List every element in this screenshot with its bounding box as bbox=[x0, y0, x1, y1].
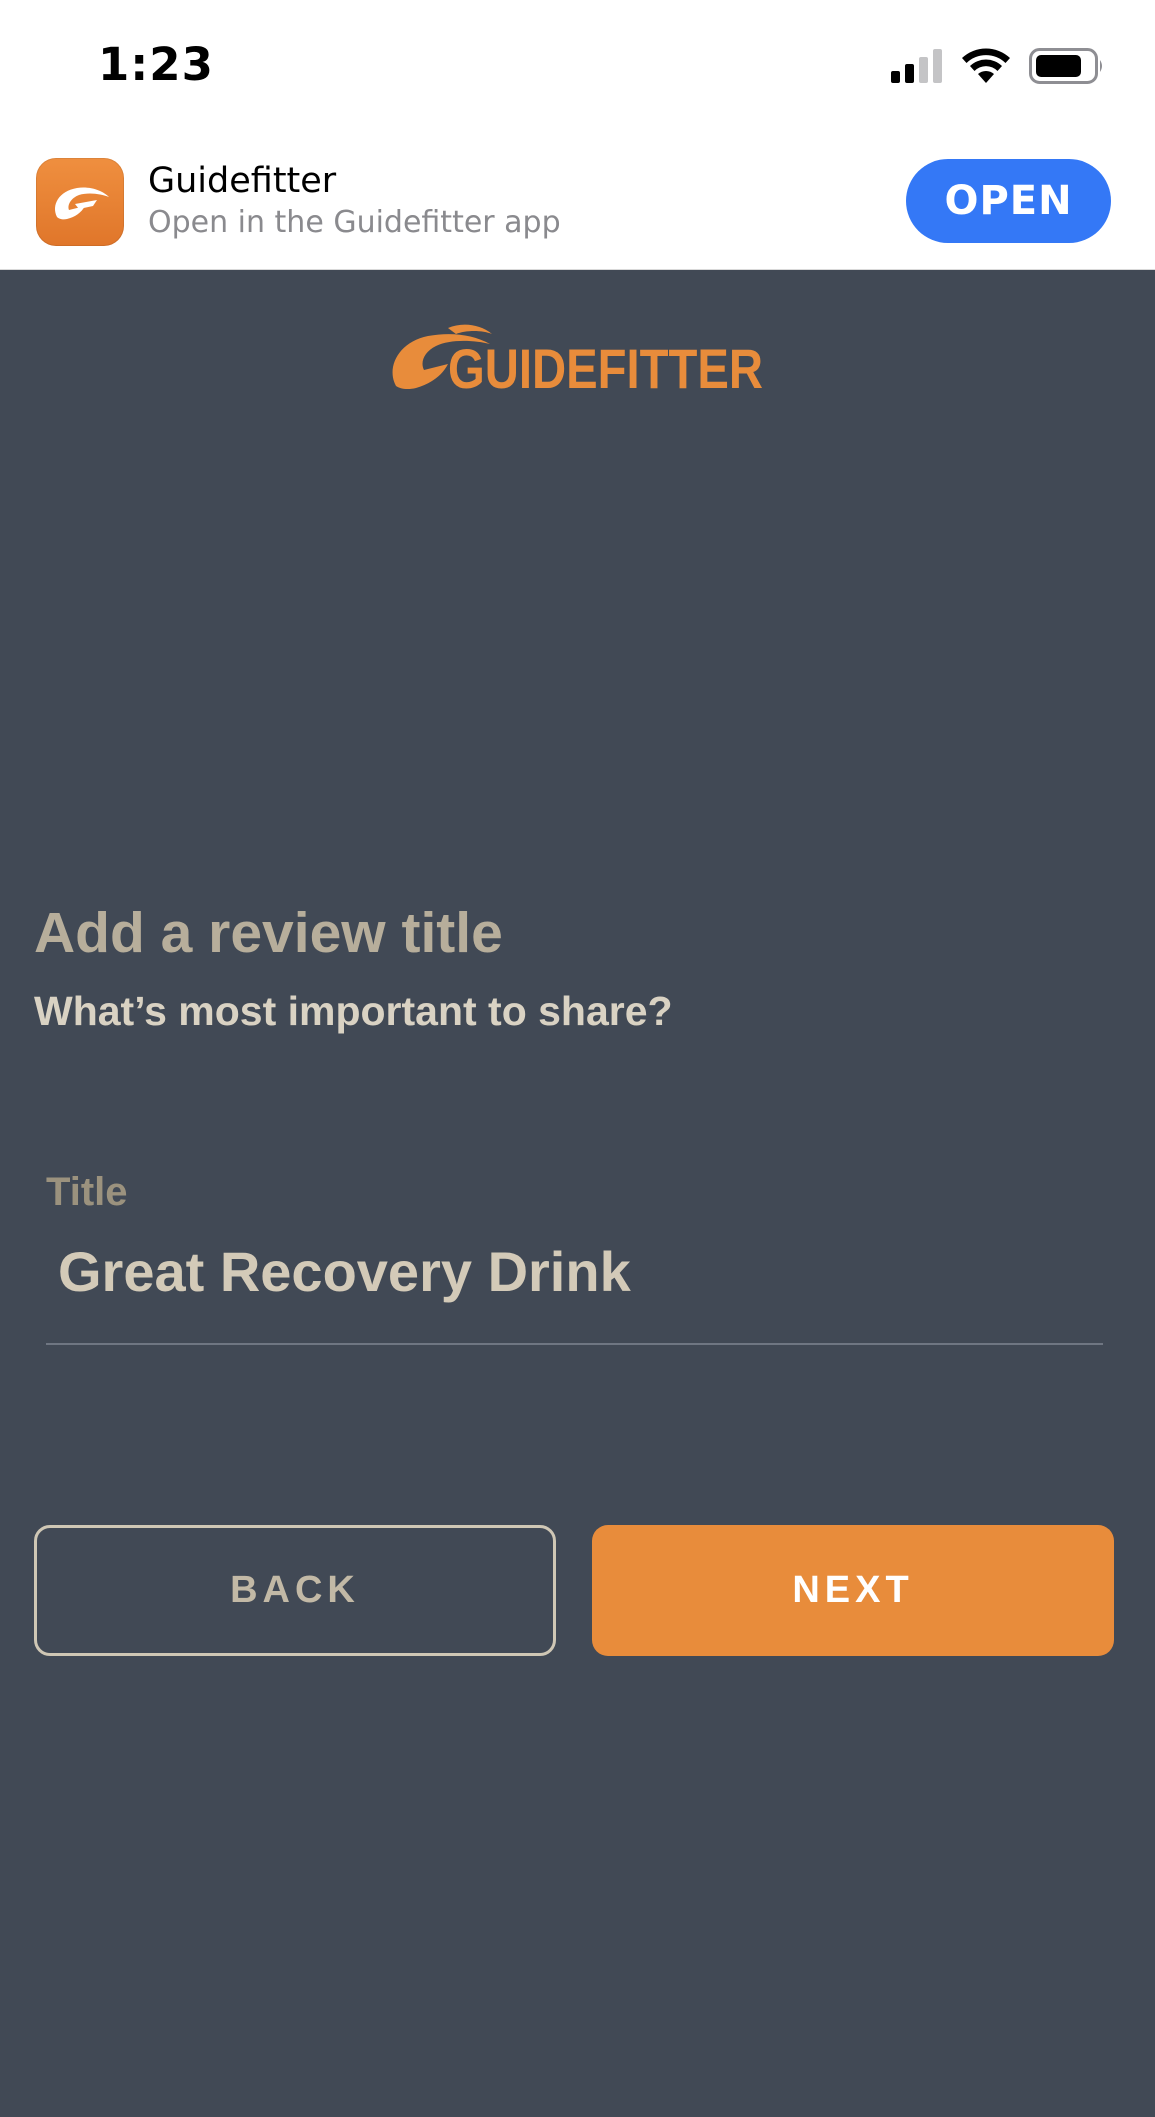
title-input[interactable] bbox=[58, 1232, 1088, 1310]
next-button[interactable]: NEXT bbox=[592, 1525, 1114, 1656]
guidefitter-logo[interactable]: GUIDEFITTER bbox=[388, 322, 766, 394]
title-field: Title bbox=[46, 1170, 1103, 1345]
status-icons bbox=[891, 44, 1105, 88]
app-banner[interactable]: Guidefitter Open in the Guidefitter app … bbox=[0, 135, 1155, 270]
status-bar: 1:23 bbox=[0, 0, 1155, 135]
title-field-label: Title bbox=[46, 1170, 128, 1214]
logo-text: GUIDEFITTER bbox=[448, 337, 763, 394]
page-subtitle: What’s most important to share? bbox=[34, 988, 673, 1034]
cellular-signal-icon bbox=[891, 49, 942, 83]
battery-icon bbox=[1029, 48, 1102, 84]
banner-app-name: Guidefitter bbox=[148, 161, 337, 201]
back-button[interactable]: BACK bbox=[34, 1525, 556, 1656]
banner-subtitle: Open in the Guidefitter app bbox=[148, 205, 561, 240]
page-title: Add a review title bbox=[34, 901, 503, 965]
open-app-button[interactable]: OPEN bbox=[906, 159, 1111, 243]
status-time: 1:23 bbox=[98, 38, 214, 91]
guidefitter-g-logo-icon bbox=[55, 187, 109, 220]
review-title-screen: GUIDEFITTER Add a review title What’s mo… bbox=[0, 270, 1155, 2117]
guidefitter-app-icon bbox=[36, 158, 124, 246]
wifi-icon bbox=[962, 48, 1010, 83]
